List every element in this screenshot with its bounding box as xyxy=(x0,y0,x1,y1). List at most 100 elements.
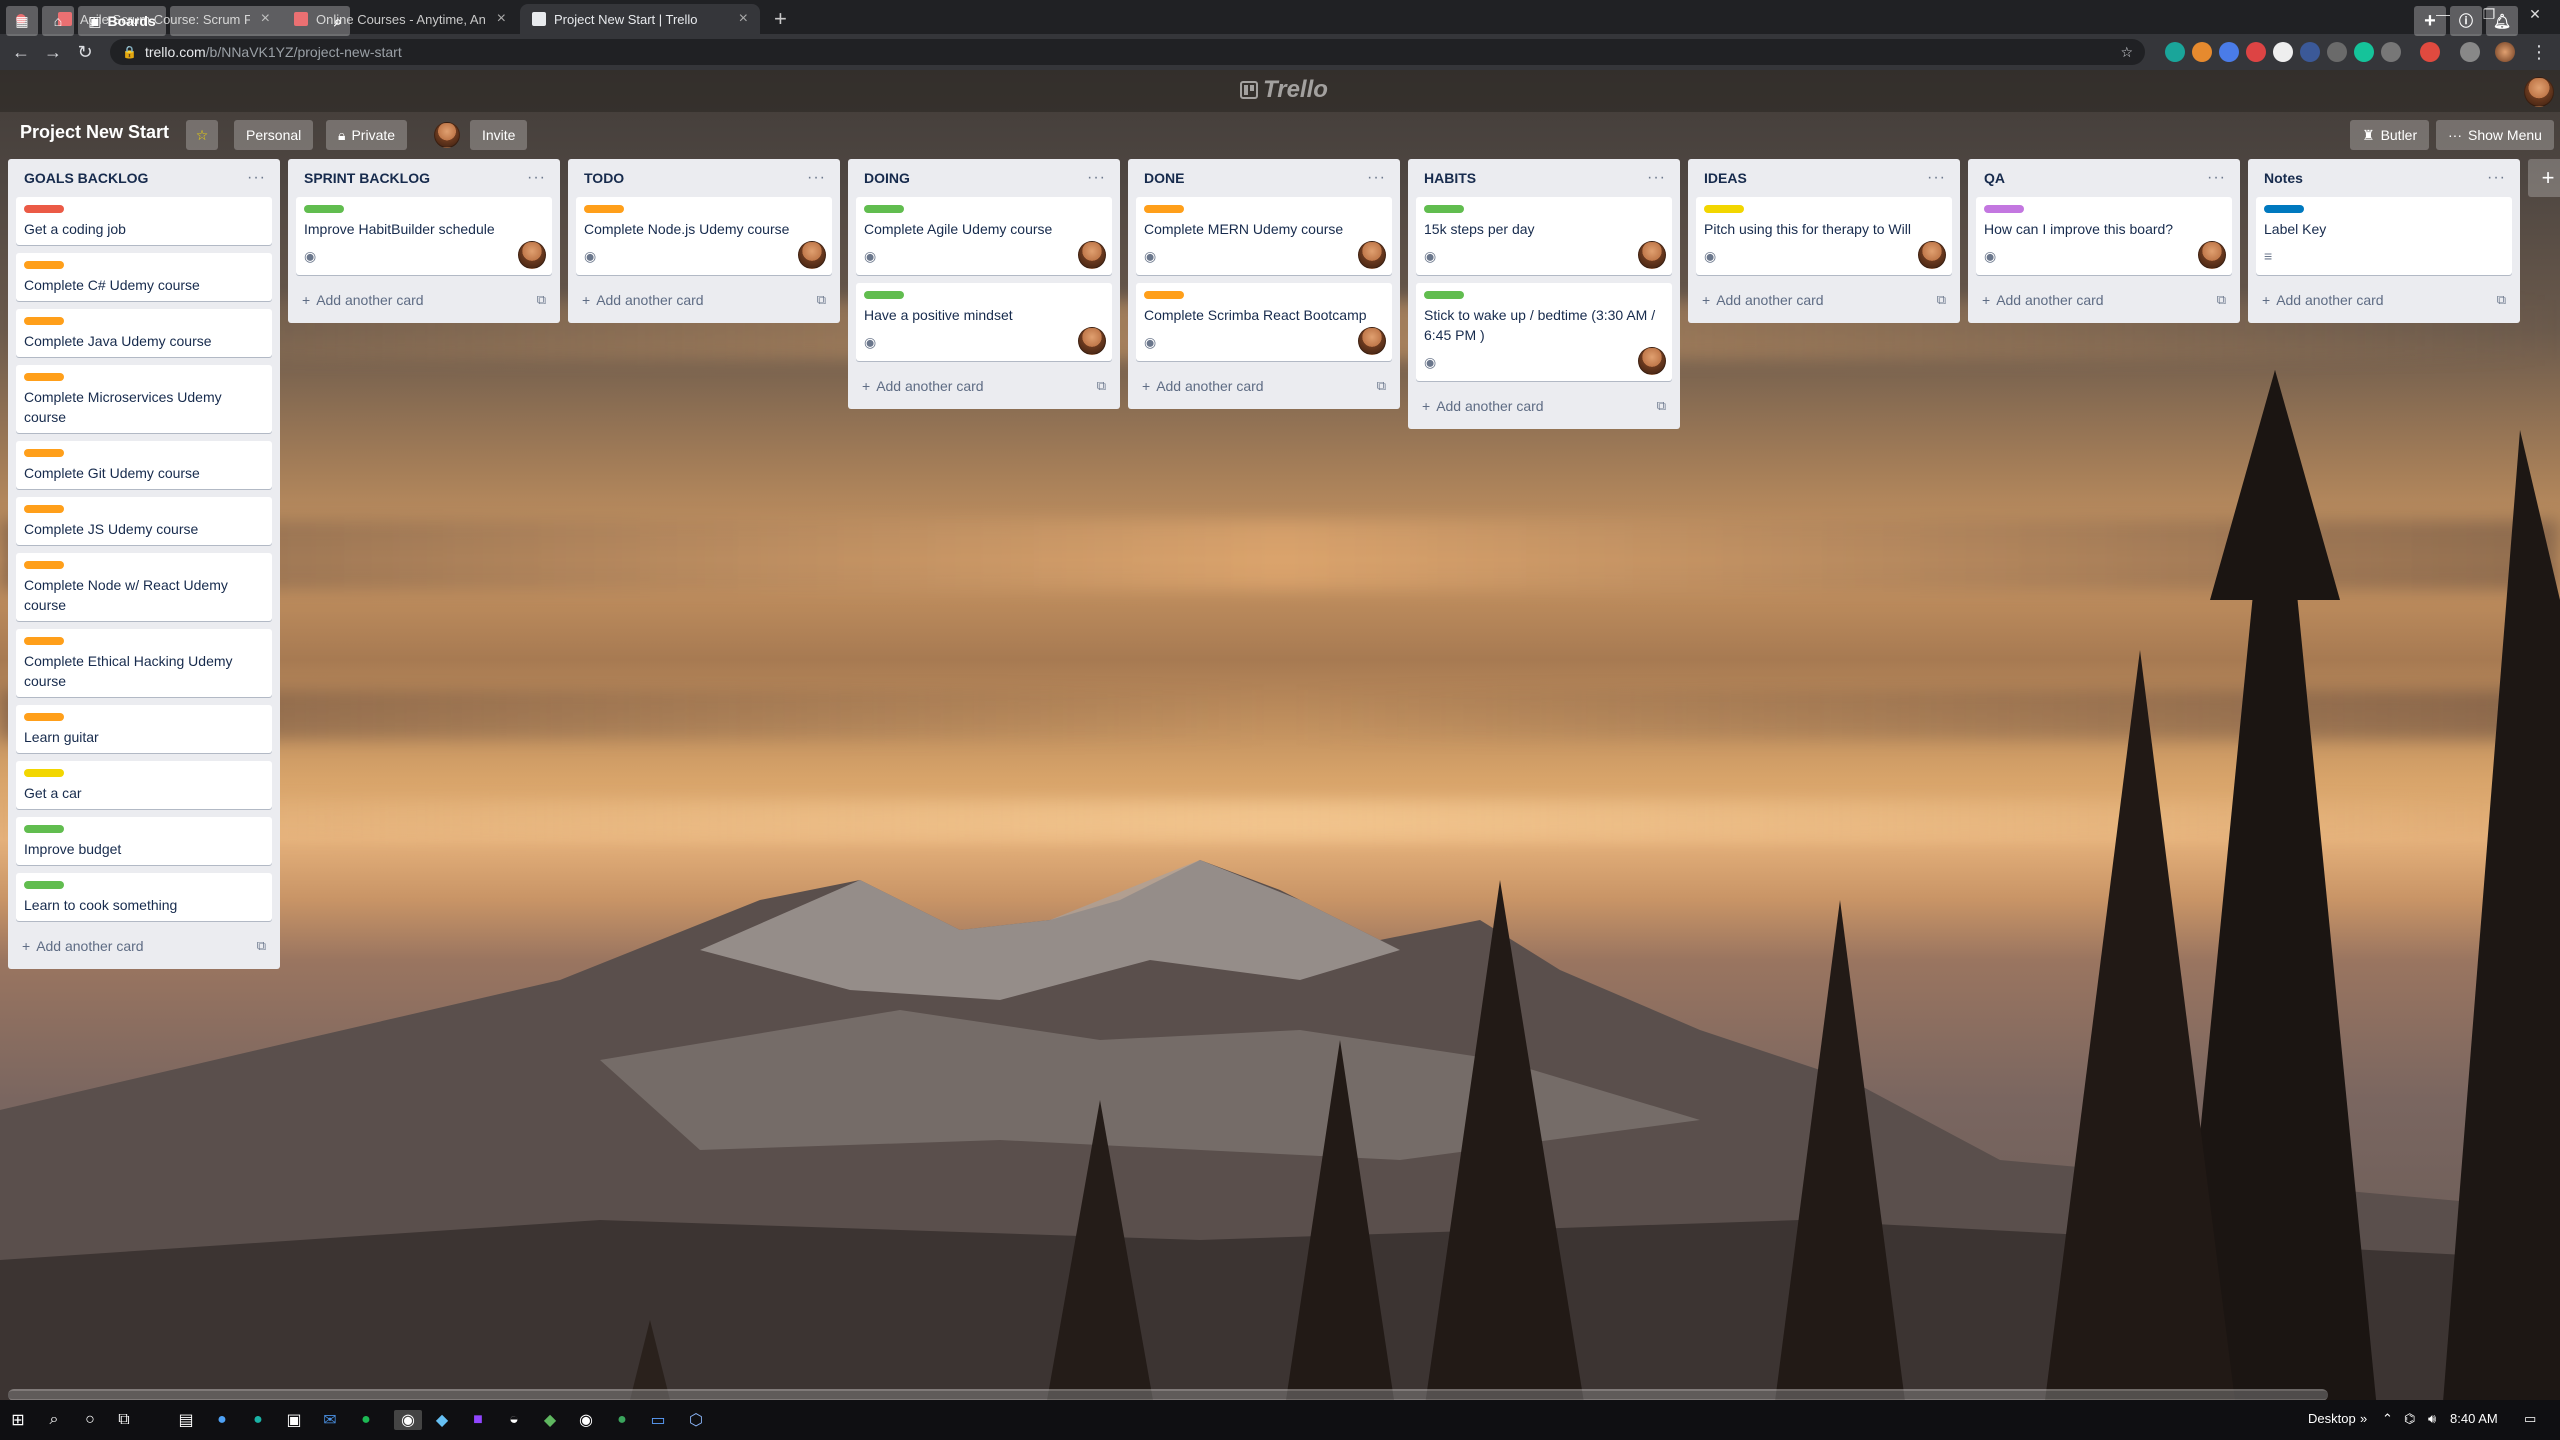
add-card-button[interactable]: + Add another card ⧉ xyxy=(2256,283,2512,317)
notifications-icon[interactable]: ▭ xyxy=(2524,1411,2536,1427)
card-member-avatar[interactable] xyxy=(1638,347,1666,375)
close-window-icon[interactable]: ✕ xyxy=(2512,0,2558,28)
star-board-icon[interactable]: ☆ xyxy=(186,120,218,150)
member-avatar[interactable] xyxy=(2524,77,2554,107)
list-title[interactable]: TODO xyxy=(584,170,624,186)
app-icon[interactable]: ◆ xyxy=(540,1410,560,1430)
list-menu-icon[interactable]: ··· xyxy=(2207,169,2226,187)
card[interactable]: Complete Ethical Hacking Udemy course xyxy=(16,629,272,697)
list-notes[interactable]: Notes ··· Label Key ≡ + Add another card ⧉ xyxy=(2248,159,2520,323)
list-habits[interactable]: HABITS ··· 15k steps per day ◉ Stick to wake… xyxy=(1408,159,1680,429)
card-label[interactable] xyxy=(24,561,64,569)
list-todo[interactable]: TODO ··· Complete Node.js Udemy course ◉ + Ad… xyxy=(568,159,840,323)
list-title[interactable]: Notes xyxy=(2264,170,2303,186)
list-title[interactable]: GOALS BACKLOG xyxy=(24,170,148,186)
search-input[interactable]: ⌕ xyxy=(170,6,350,36)
list-goals-backlog[interactable]: GOALS BACKLOG ··· Get a coding job Complete… xyxy=(8,159,280,969)
card[interactable]: Have a positive mindset ◉ xyxy=(856,283,1112,361)
add-card-button[interactable]: + Add another card ⧉ xyxy=(856,369,1112,403)
list-ideas[interactable]: IDEAS ··· Pitch using this for therapy to … xyxy=(1688,159,1960,323)
card-label[interactable] xyxy=(1144,205,1184,213)
reload-icon[interactable]: ↻ xyxy=(74,41,96,63)
extension-icon[interactable] xyxy=(2300,42,2320,62)
card-template-icon[interactable]: ⧉ xyxy=(1377,378,1386,394)
card[interactable]: Improve HabitBuilder schedule ◉ xyxy=(296,197,552,275)
extension-icon[interactable] xyxy=(2420,42,2440,62)
list-sprint-backlog[interactable]: SPRINT BACKLOG ··· Improve HabitBuilder sc… xyxy=(288,159,560,323)
extension-icon[interactable] xyxy=(2327,42,2347,62)
add-card-button[interactable]: + Add another card ⧉ xyxy=(1136,369,1392,403)
card[interactable]: Improve budget xyxy=(16,817,272,865)
card-member-avatar[interactable] xyxy=(1078,327,1106,355)
list-menu-icon[interactable]: ··· xyxy=(527,169,546,187)
list-title[interactable]: DONE xyxy=(1144,170,1184,186)
card[interactable]: Stick to wake up / bedtime (3:30 AM / 6:… xyxy=(1416,283,1672,381)
extension-icon[interactable] xyxy=(2460,42,2480,62)
tray-chevron-icon[interactable]: ⌃ xyxy=(2382,1411,2393,1427)
new-tab-button[interactable]: + xyxy=(770,4,800,34)
spotify-icon[interactable]: ● xyxy=(356,1410,376,1430)
search-icon[interactable]: ⌕ xyxy=(44,1410,64,1430)
list-menu-icon[interactable]: ··· xyxy=(1087,169,1106,187)
card-label[interactable] xyxy=(24,505,64,513)
card-label[interactable] xyxy=(864,291,904,299)
card[interactable]: Pitch using this for therapy to Will ◉ xyxy=(1696,197,1952,275)
card-template-icon[interactable]: ⧉ xyxy=(2497,292,2506,308)
add-card-button[interactable]: + Add another card ⧉ xyxy=(1416,389,1672,423)
card-label[interactable] xyxy=(24,449,64,457)
apps-grid-icon[interactable]: ▦ xyxy=(6,6,38,36)
card[interactable]: Complete JS Udemy course xyxy=(16,497,272,545)
card-label[interactable] xyxy=(24,205,64,213)
card-template-icon[interactable]: ⧉ xyxy=(257,938,266,954)
card-label[interactable] xyxy=(24,825,64,833)
card-member-avatar[interactable] xyxy=(2198,241,2226,269)
extension-icon[interactable] xyxy=(2192,42,2212,62)
app-icon[interactable]: ● xyxy=(248,1410,268,1430)
extension-icon[interactable] xyxy=(2246,42,2266,62)
show-menu-button[interactable]: ··· Show Menu xyxy=(2436,120,2554,150)
card-member-avatar[interactable] xyxy=(798,241,826,269)
list-title[interactable]: IDEAS xyxy=(1704,170,1747,186)
card-template-icon[interactable]: ⧉ xyxy=(1097,378,1106,394)
close-tab-icon[interactable]: × xyxy=(497,10,506,28)
forward-icon[interactable]: → xyxy=(42,41,64,63)
card-label[interactable] xyxy=(1144,291,1184,299)
list-qa[interactable]: QA ··· How can I improve this board? ◉ + Add … xyxy=(1968,159,2240,323)
invite-button[interactable]: Invite xyxy=(470,120,528,150)
boards-button[interactable]: ▣ Boards xyxy=(78,6,166,36)
calculator-icon[interactable]: ▤ xyxy=(176,1410,196,1430)
card[interactable]: Complete C# Udemy course xyxy=(16,253,272,301)
butler-button[interactable]: ♜ Butler xyxy=(2350,120,2430,150)
card-label[interactable] xyxy=(24,637,64,645)
info-icon[interactable]: ⓘ xyxy=(2450,6,2482,36)
card[interactable]: Complete Git Udemy course xyxy=(16,441,272,489)
card-label[interactable] xyxy=(24,713,64,721)
extension-icon[interactable] xyxy=(2165,42,2185,62)
add-card-button[interactable]: + Add another card ⧉ xyxy=(1696,283,1952,317)
card-member-avatar[interactable] xyxy=(518,241,546,269)
list-menu-icon[interactable]: ··· xyxy=(1647,169,1666,187)
extension-icon[interactable] xyxy=(2219,42,2239,62)
chrome-icon[interactable]: ◉ xyxy=(394,1410,422,1430)
list-doing[interactable]: DOING ··· Complete Agile Udemy course ◉ Have… xyxy=(848,159,1120,409)
list-menu-icon[interactable]: ··· xyxy=(247,169,266,187)
create-plus-icon[interactable]: + xyxy=(2414,6,2446,36)
card[interactable]: Complete Node.js Udemy course ◉ xyxy=(576,197,832,275)
list-title[interactable]: QA xyxy=(1984,170,2005,186)
list-title[interactable]: DOING xyxy=(864,170,910,186)
notifications-bell-icon[interactable]: 🔔︎ xyxy=(2486,6,2518,36)
app-icon[interactable]: ▭ xyxy=(648,1410,668,1430)
personal-button[interactable]: Personal xyxy=(234,120,314,150)
card-label[interactable] xyxy=(304,205,344,213)
desktop-toolbar-label[interactable]: Desktop xyxy=(2308,1411,2356,1426)
profile-avatar-icon[interactable] xyxy=(2495,42,2515,62)
card-template-icon[interactable]: ⧉ xyxy=(817,292,826,308)
address-bar[interactable]: 🔒 trello.com/b/NNaVK1YZ/project-new-star… xyxy=(110,39,2145,65)
card-member-avatar[interactable] xyxy=(1358,327,1386,355)
card-label[interactable] xyxy=(24,261,64,269)
card-template-icon[interactable]: ⧉ xyxy=(1657,398,1666,414)
card-member-avatar[interactable] xyxy=(1358,241,1386,269)
card-member-avatar[interactable] xyxy=(1078,241,1106,269)
list-menu-icon[interactable]: ··· xyxy=(1367,169,1386,187)
card-label[interactable] xyxy=(24,317,64,325)
